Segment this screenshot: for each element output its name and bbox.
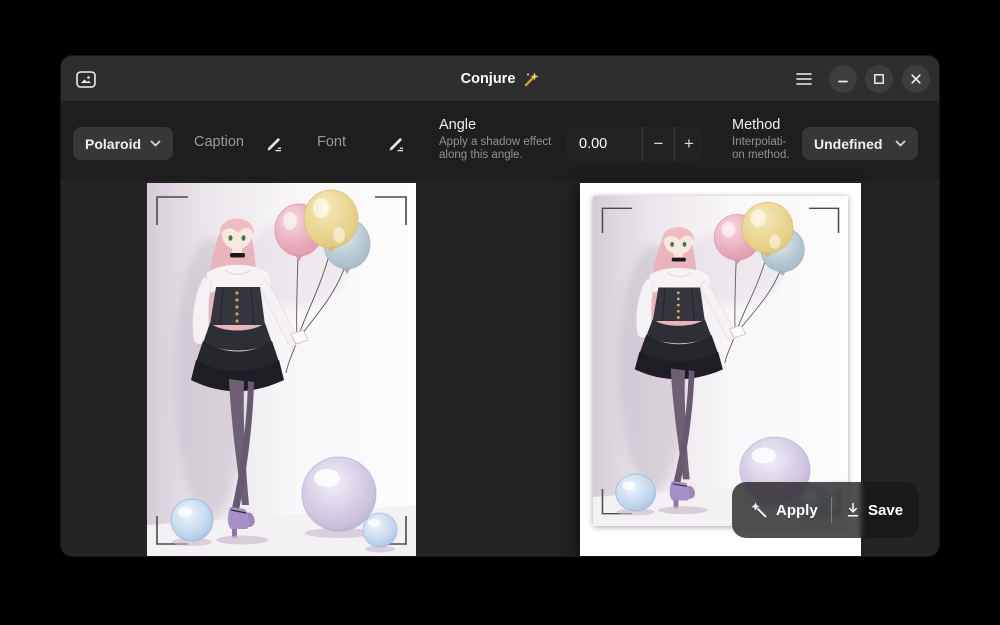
method-dropdown-value: Undefined [814, 136, 882, 152]
action-bar: Apply Save [732, 482, 919, 538]
method-dropdown[interactable]: Undefined [802, 127, 918, 160]
close-button[interactable] [902, 65, 930, 93]
save-label: Save [868, 502, 903, 519]
chevron-down-icon [150, 140, 161, 147]
angle-label: Angle [439, 117, 569, 133]
source-image [147, 183, 416, 557]
minimize-icon [837, 73, 849, 85]
image-icon [76, 71, 96, 88]
apply-label: Apply [776, 502, 818, 519]
angle-decrement-button[interactable]: − [642, 127, 674, 161]
magic-wand-icon [522, 71, 539, 88]
hamburger-icon [796, 72, 812, 86]
maximize-button[interactable] [865, 65, 893, 93]
angle-spinbox: 0.00 − + [566, 127, 703, 161]
font-label: Font [317, 134, 346, 150]
save-button[interactable]: Save [832, 482, 919, 538]
filter-dropdown[interactable]: Polaroid [73, 127, 173, 160]
app-title: Conjure [461, 71, 516, 87]
image-icon-button[interactable] [71, 64, 101, 94]
magic-wand-icon [751, 502, 768, 519]
angle-increment-button[interactable]: + [674, 127, 703, 161]
save-download-icon [846, 502, 860, 518]
edit-pencil-icon [264, 134, 284, 154]
filter-toolbar: Polaroid Caption Font Angle Apply a shad… [61, 103, 939, 181]
edit-pencil-icon [386, 134, 406, 154]
method-description: Interpolati- on method. [732, 136, 798, 162]
headerbar: Conjure [61, 56, 939, 102]
app-window: Conjure [60, 55, 940, 557]
hamburger-menu-button[interactable] [789, 64, 819, 94]
angle-value-input[interactable]: 0.00 [566, 127, 642, 161]
angle-group: Angle Apply a shadow effect along this a… [439, 117, 569, 162]
maximize-icon [873, 73, 885, 85]
caption-edit-button[interactable] [261, 131, 287, 157]
minimize-button[interactable] [829, 65, 857, 93]
filter-dropdown-value: Polaroid [85, 136, 141, 152]
chevron-down-icon [895, 140, 906, 147]
method-group: Method Interpolati- on method. [732, 117, 798, 162]
font-edit-button[interactable] [383, 131, 409, 157]
close-icon [910, 73, 922, 85]
method-label: Method [732, 117, 798, 133]
angle-description: Apply a shadow effect along this angle. [439, 136, 569, 162]
caption-label: Caption [194, 134, 244, 150]
preview-image [593, 196, 848, 526]
apply-button[interactable]: Apply [732, 482, 831, 538]
